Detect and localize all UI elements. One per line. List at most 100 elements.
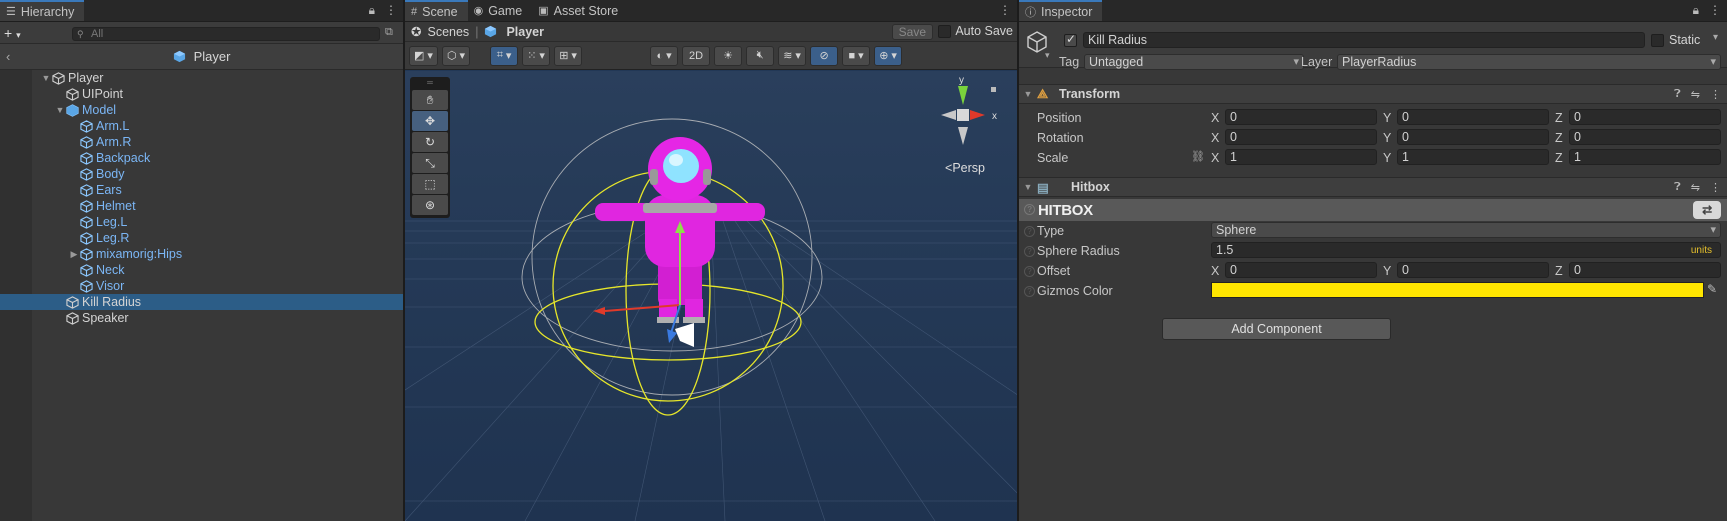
- hierarchy-search-input[interactable]: ⚲ All: [72, 27, 380, 41]
- add-component-button[interactable]: Add Component: [1162, 318, 1391, 340]
- help-icon[interactable]: ❓︎: [1674, 181, 1681, 194]
- tag-dropdown[interactable]: Untagged: [1084, 54, 1304, 70]
- effects-dropdown[interactable]: ≋ ▾: [778, 45, 807, 66]
- y-value-input[interactable]: 0: [1397, 262, 1549, 278]
- increment-snap-dropdown[interactable]: ⊞ ▾: [554, 45, 583, 66]
- hierarchy-item[interactable]: ▶ mixamorig:Hips: [0, 246, 403, 262]
- object-name-input[interactable]: Kill Radius: [1083, 32, 1645, 48]
- lock-icon[interactable]: 🔒︎: [369, 3, 375, 18]
- auto-save-checkbox[interactable]: [938, 24, 952, 38]
- expand-arrow-icon[interactable]: ▼: [40, 73, 52, 83]
- hierarchy-item[interactable]: Kill Radius: [0, 294, 403, 310]
- search-filter-icon[interactable]: ⧉: [385, 26, 393, 39]
- hierarchy-item[interactable]: Body: [0, 166, 403, 182]
- hierarchy-item[interactable]: Backpack: [0, 150, 403, 166]
- help-circle-icon[interactable]: ?: [1024, 226, 1035, 237]
- chevron-down-icon[interactable]: ▾: [1045, 50, 1050, 61]
- hierarchy-item[interactable]: Ears: [0, 182, 403, 198]
- type-dropdown[interactable]: Sphere: [1211, 222, 1721, 238]
- back-arrow-icon[interactable]: ‹: [6, 49, 10, 64]
- scale-tool-button[interactable]: ⤡: [412, 153, 448, 173]
- y-value-input[interactable]: 1: [1397, 149, 1549, 165]
- active-checkbox[interactable]: [1064, 32, 1077, 47]
- hierarchy-item[interactable]: Speaker: [0, 310, 403, 326]
- constrain-proportions-icon[interactable]: ⛓: [1191, 150, 1205, 163]
- hierarchy-item[interactable]: Neck: [0, 262, 403, 278]
- audio-toggle[interactable]: 🔇︎: [746, 45, 775, 66]
- kebab-menu-icon[interactable]: ⋮: [999, 3, 1011, 17]
- hierarchy-item[interactable]: Helmet: [0, 198, 403, 214]
- tab-scene[interactable]: # Scene: [405, 0, 468, 21]
- tab-hierarchy[interactable]: ☰ Hierarchy: [0, 0, 85, 21]
- hierarchy-item[interactable]: Visor: [0, 278, 403, 294]
- transform-component-header[interactable]: ▼ ⟁ Transform ❓︎ ⇋ ⋮: [1019, 84, 1727, 104]
- kebab-menu-icon[interactable]: ⋮: [385, 3, 397, 18]
- tab-inspector[interactable]: ⓘ Inspector: [1019, 0, 1103, 21]
- static-checkbox[interactable]: [1651, 34, 1664, 47]
- breadcrumb-scenes[interactable]: Scenes: [427, 25, 469, 39]
- scene-visibility-toggle[interactable]: ⊘: [810, 45, 839, 66]
- x-value-input[interactable]: 0: [1225, 262, 1377, 278]
- sphere-radius-input[interactable]: 1.5 units: [1211, 242, 1721, 258]
- x-value-input[interactable]: 0: [1225, 129, 1377, 145]
- grid-dropdown[interactable]: ⁙ ▾: [522, 45, 551, 66]
- preset-icon[interactable]: ⇋: [1691, 88, 1700, 101]
- preset-icon[interactable]: ⇋: [1691, 181, 1700, 194]
- help-circle-icon[interactable]: ?: [1024, 246, 1035, 257]
- eyedropper-icon[interactable]: ✎: [1707, 282, 1717, 296]
- z-value-input[interactable]: 0: [1569, 129, 1721, 145]
- scene-render[interactable]: y x: [405, 71, 1017, 521]
- y-value-input[interactable]: 0: [1397, 129, 1549, 145]
- hierarchy-item[interactable]: Arm.L: [0, 118, 403, 134]
- move-tool-button[interactable]: ✥: [412, 111, 448, 131]
- add-object-button[interactable]: + ▾: [4, 25, 21, 41]
- gizmo-lock-icon[interactable]: [991, 87, 996, 92]
- z-value-input[interactable]: 0: [1569, 262, 1721, 278]
- collapse-arrow-icon[interactable]: ▶: [68, 249, 80, 260]
- mode-2d-button[interactable]: 2D: [682, 45, 711, 66]
- transform-tool-button[interactable]: ⊛: [412, 195, 448, 215]
- rotate-tool-button[interactable]: ↻: [412, 132, 448, 152]
- help-circle-icon[interactable]: ?: [1024, 204, 1035, 215]
- help-icon[interactable]: ❓︎: [1674, 88, 1681, 101]
- kebab-menu-icon[interactable]: ⋮: [1710, 181, 1721, 194]
- hierarchy-item[interactable]: UIPoint: [0, 86, 403, 102]
- scene-viewport[interactable]: y x ═ ✋︎ ✥ ↻ ⤡ ⬚ ⊛ <Persp: [405, 71, 1017, 521]
- hierarchy-item[interactable]: Leg.L: [0, 214, 403, 230]
- hierarchy-item[interactable]: Arm.R: [0, 134, 403, 150]
- tab-game[interactable]: ◉ Game: [468, 0, 533, 21]
- layer-dropdown[interactable]: PlayerRadius: [1337, 54, 1721, 70]
- z-value-input[interactable]: 0: [1569, 109, 1721, 125]
- shading-dropdown[interactable]: ◐ ▾: [650, 45, 679, 66]
- perspective-toggle[interactable]: <Persp: [945, 161, 985, 175]
- lock-icon[interactable]: 🔒︎: [1693, 3, 1699, 18]
- hierarchy-item[interactable]: ▼ Player: [0, 70, 403, 86]
- camera-dropdown[interactable]: ■ ▾: [842, 45, 871, 66]
- y-value-input[interactable]: 0: [1397, 109, 1549, 125]
- lighting-toggle[interactable]: ☀: [714, 45, 743, 66]
- kebab-menu-icon[interactable]: ⋮: [1709, 3, 1721, 18]
- help-circle-icon[interactable]: ?: [1024, 266, 1035, 277]
- z-value-input[interactable]: 1: [1569, 149, 1721, 165]
- breadcrumb-player[interactable]: Player: [506, 25, 544, 39]
- hierarchy-item[interactable]: Leg.R: [0, 230, 403, 246]
- tab-asset-store[interactable]: ▣ Asset Store: [532, 0, 628, 21]
- kebab-menu-icon[interactable]: ⋮: [1710, 88, 1721, 101]
- auto-save-toggle[interactable]: Auto Save: [938, 24, 1013, 38]
- expand-arrow-icon[interactable]: ▼: [54, 105, 66, 115]
- gizmos-dropdown[interactable]: ⊕ ▾: [874, 45, 903, 66]
- render-mode-dropdown[interactable]: ⬡ ▾: [441, 45, 471, 66]
- x-value-input[interactable]: 0: [1225, 109, 1377, 125]
- swap-arrows-icon[interactable]: ⇄: [1693, 201, 1721, 219]
- help-circle-icon[interactable]: ?: [1024, 286, 1035, 297]
- hand-tool-button[interactable]: ✋︎: [412, 90, 448, 110]
- hitbox-component-header[interactable]: ▼ ▤ Hitbox ❓︎ ⇋ ⋮: [1019, 177, 1727, 197]
- chevron-down-icon[interactable]: ▾: [1713, 32, 1718, 43]
- draw-mode-dropdown[interactable]: ◩ ▾: [409, 45, 438, 66]
- x-value-input[interactable]: 1: [1225, 149, 1377, 165]
- save-button[interactable]: Save: [891, 24, 933, 40]
- hierarchy-item[interactable]: ▼ Model: [0, 102, 403, 118]
- rect-tool-button[interactable]: ⬚: [412, 174, 448, 194]
- gizmos-color-field[interactable]: [1211, 282, 1704, 298]
- grid-snap-dropdown[interactable]: ⌗ ▾: [490, 45, 519, 66]
